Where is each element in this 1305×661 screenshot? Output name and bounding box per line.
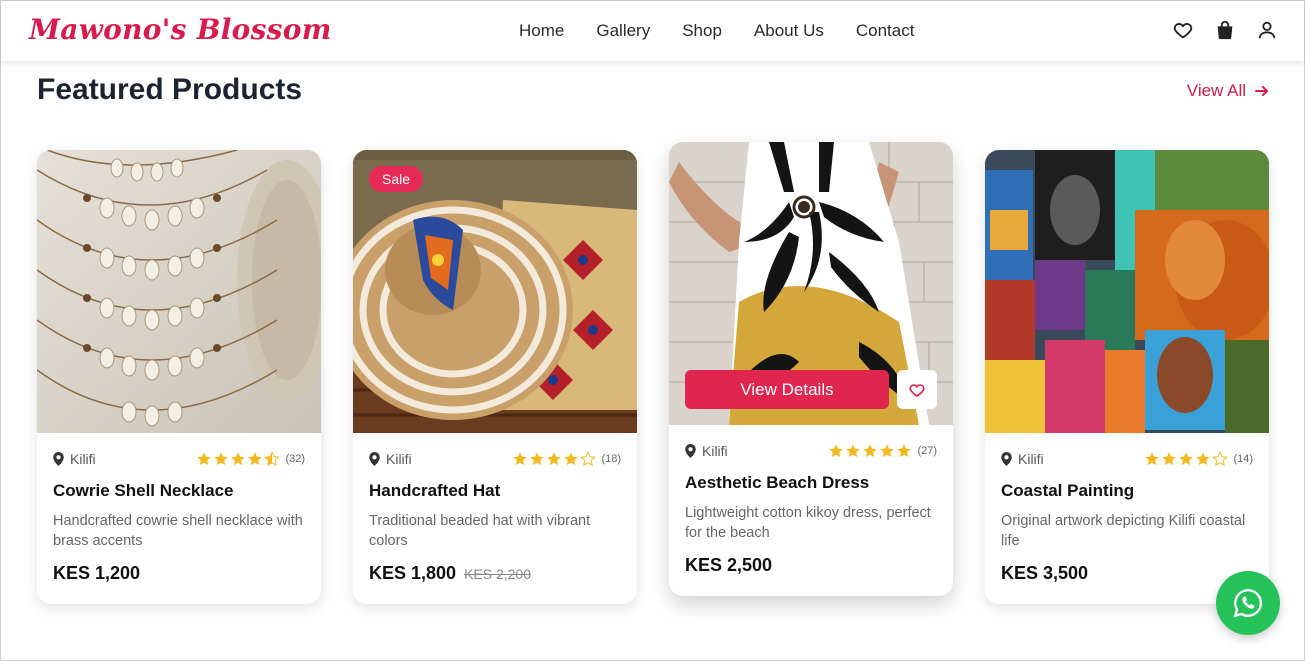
product-name[interactable]: Cowrie Shell Necklace: [53, 481, 305, 501]
painting-photo: [985, 150, 1269, 433]
star-icon: [863, 444, 878, 458]
product-location: Kilifi: [1001, 451, 1044, 467]
star-icon: [564, 452, 579, 466]
map-pin-icon: [53, 452, 64, 466]
wishlist-button[interactable]: [897, 370, 937, 409]
nav-gallery[interactable]: Gallery: [596, 21, 650, 41]
whatsapp-button[interactable]: [1216, 571, 1280, 635]
review-count: (32): [285, 453, 305, 465]
product-description: Traditional beaded hat with vibrant colo…: [369, 513, 591, 549]
product-name[interactable]: Aesthetic Beach Dress: [685, 473, 937, 493]
product-location: Kilifi: [53, 451, 96, 467]
star-icon: [846, 444, 861, 458]
map-pin-icon: [685, 444, 696, 458]
product-description: Handcrafted cowrie shell necklace with b…: [53, 513, 303, 549]
review-count: (27): [917, 445, 937, 457]
nav-shop[interactable]: Shop: [682, 21, 722, 41]
star-icon: [231, 452, 246, 466]
location-label: Kilifi: [1018, 451, 1044, 467]
view-details-button[interactable]: View Details: [685, 370, 889, 409]
product-price: KES 2,500: [685, 555, 773, 575]
nav-home[interactable]: Home: [519, 21, 564, 41]
sale-badge: Sale: [369, 166, 424, 192]
product-location: Kilifi: [369, 451, 412, 467]
star-icon: [1162, 452, 1177, 466]
star-icon: [248, 452, 263, 466]
product-image[interactable]: [985, 150, 1269, 433]
location-label: Kilifi: [702, 443, 728, 459]
brand-logo[interactable]: Mawono's Blossom: [29, 13, 332, 46]
star-icon: [214, 452, 229, 466]
view-all-label: View All: [1186, 81, 1246, 100]
product-info: Kilifi (32) Cowrie Shell Necklace Handcr…: [37, 451, 321, 604]
product-old-price: KES 2,200: [464, 566, 531, 582]
star-icon: [513, 452, 528, 466]
product-name[interactable]: Handcrafted Hat: [369, 481, 621, 501]
arrow-right-icon: [1255, 86, 1269, 96]
product-image[interactable]: Sale: [353, 150, 637, 433]
star-rating: (18): [512, 451, 621, 467]
star-empty-icon: [580, 451, 597, 467]
heart-icon: [909, 383, 925, 397]
star-rating: (27): [828, 443, 937, 459]
star-icon: [829, 444, 844, 458]
product-image[interactable]: [37, 150, 321, 433]
product-info: Kilifi (18) Handcrafted Hat Traditional …: [353, 451, 637, 604]
product-price: KES 1,200: [53, 563, 141, 583]
user-icon[interactable]: [1256, 19, 1278, 41]
star-icon: [1145, 452, 1160, 466]
shopping-bag-icon[interactable]: [1214, 19, 1236, 41]
star-rating: (32): [196, 451, 305, 467]
section-title: Featured Products: [37, 73, 303, 106]
nav-contact[interactable]: Contact: [856, 21, 915, 41]
view-all-link[interactable]: View All: [1187, 81, 1270, 101]
star-icon: [1179, 452, 1194, 466]
product-image[interactable]: View Details: [669, 142, 953, 425]
necklace-photo: [37, 150, 321, 433]
star-rating: (14): [1144, 451, 1253, 467]
location-label: Kilifi: [70, 451, 96, 467]
star-icon: [1196, 452, 1211, 466]
product-price: KES 1,800: [369, 563, 457, 583]
star-icon: [897, 444, 912, 458]
product-location: Kilifi: [685, 443, 728, 459]
map-pin-icon: [369, 452, 380, 466]
heart-icon[interactable]: [1172, 19, 1194, 41]
product-card[interactable]: View Details Kilifi (27) Aesthetic Beach…: [669, 142, 953, 596]
product-description: Lightweight cotton kikoy dress, perfect …: [685, 505, 931, 541]
review-count: (14): [1233, 453, 1253, 465]
product-card[interactable]: Kilifi (32) Cowrie Shell Necklace Handcr…: [37, 150, 321, 604]
hat-photo: [353, 150, 637, 433]
product-info: Kilifi (27) Aesthetic Beach Dress Lightw…: [669, 443, 953, 596]
map-pin-icon: [1001, 452, 1012, 466]
main-nav: Home Gallery Shop About Us Contact: [519, 21, 914, 41]
star-icon: [547, 452, 562, 466]
product-price: KES 3,500: [1001, 563, 1089, 583]
whatsapp-icon: [1233, 589, 1263, 618]
site-header: Mawono's Blossom Home Gallery Shop About…: [1, 1, 1304, 61]
location-label: Kilifi: [386, 451, 412, 467]
star-icon: [197, 452, 212, 466]
review-count: (18): [601, 453, 621, 465]
header-actions: [1172, 19, 1278, 41]
product-name[interactable]: Coastal Painting: [1001, 481, 1253, 501]
star-empty-icon: [1212, 451, 1229, 467]
product-description: Original artwork depicting Kilifi coasta…: [1001, 513, 1246, 549]
star-icon: [880, 444, 895, 458]
star-half-icon: [264, 451, 281, 467]
nav-about-us[interactable]: About Us: [754, 21, 824, 41]
star-icon: [530, 452, 545, 466]
product-card[interactable]: Kilifi (14) Coastal Painting Original ar…: [985, 150, 1269, 604]
product-card[interactable]: Sale Kilifi (18) Handcrafted Hat Traditi…: [353, 150, 637, 604]
